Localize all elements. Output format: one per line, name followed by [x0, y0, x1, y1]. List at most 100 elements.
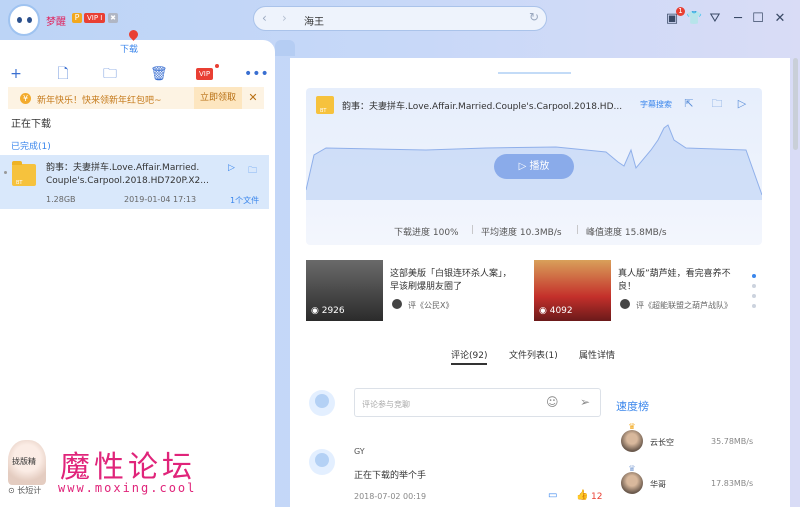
banner-text: 新年快乐！快来领新年红包吧~ — [37, 96, 162, 106]
like-icon[interactable]: 👍 — [576, 490, 588, 501]
extra-badge: ✖ — [108, 13, 118, 23]
rec-views-1-value: 2926 — [321, 306, 345, 316]
section-completed[interactable]: 已完成(1) — [11, 139, 51, 152]
rank-speed-2: 17.83MB/s — [711, 479, 754, 488]
card-title: 韵事：夫妻拼车.Love.Affair.Married.Couple's.Car… — [342, 102, 623, 112]
footer-speed-label[interactable]: ⊙ 长短计 — [8, 485, 41, 496]
speed-rank-title: 速度榜 — [616, 400, 649, 413]
task-name-line2: Couple's.Carpool.2018.HD720P.X2... — [46, 176, 209, 186]
notify-badge: 1 — [676, 7, 685, 16]
task-files-link[interactable]: 1个文件 — [230, 195, 259, 206]
rank-speed-1: 35.78MB/s — [711, 437, 754, 446]
comment-placeholder: 评论参与竞聊 — [362, 400, 410, 409]
download-panel — [0, 40, 275, 507]
bt-label: BT — [16, 180, 23, 186]
card-bt-label: BT — [320, 108, 327, 114]
username[interactable]: 梦醒 — [46, 13, 66, 28]
rec-source-1[interactable]: 评《公民X》 — [408, 300, 453, 311]
task-name: 韵事：夫妻拼车.Love.Affair.Married. Couple's.Ca… — [46, 162, 221, 188]
pager-dot[interactable] — [752, 304, 756, 308]
back-arrow-icon[interactable]: ‹ — [262, 11, 267, 25]
rec-source-2[interactable]: 评《超能联盟之葫芦战队》 — [636, 300, 732, 311]
vip-dot — [215, 64, 219, 68]
delete-icon[interactable]: 🗑 — [150, 66, 168, 82]
close-icon[interactable]: ✕ — [772, 11, 788, 27]
watermark-url: www.moxing.cool — [58, 481, 197, 495]
search-box[interactable] — [253, 6, 547, 31]
task-open-folder-icon[interactable]: 🗀 — [248, 163, 257, 179]
pager-dot-active[interactable] — [752, 274, 756, 278]
play-circle-icon[interactable]: ▷ — [735, 97, 749, 111]
refresh-icon[interactable]: ↻ — [529, 10, 539, 24]
level-badge: P — [72, 13, 82, 23]
section-downloading[interactable]: 正在下载 — [11, 115, 51, 130]
rec-views-1: ◉ 2926 — [311, 306, 345, 316]
tab-comments[interactable]: 评论(92) — [451, 348, 487, 361]
silver-crown-icon: ♛ — [628, 464, 636, 473]
rank-name-1[interactable]: 云长空 — [650, 437, 674, 448]
comment-user[interactable]: GY — [354, 447, 365, 456]
folder-icon[interactable]: 🗀 — [102, 66, 118, 82]
rec-title-2[interactable]: 真人版”葫芦娃，看完喜养不良！ — [618, 268, 748, 294]
stat-separator: | — [471, 225, 475, 235]
gift-icon: ¥ — [20, 93, 31, 104]
tab-properties[interactable]: 属性详情 — [579, 348, 615, 361]
send-icon[interactable]: ➢ — [580, 395, 590, 409]
minimize-icon[interactable]: ─ — [730, 11, 746, 27]
vip-badge[interactable]: VIP I — [84, 13, 106, 23]
rank-avatar-2[interactable] — [621, 472, 643, 494]
menu-icon[interactable]: ⛛ — [707, 11, 723, 27]
skin-icon[interactable]: 👕 — [686, 11, 702, 27]
stat-progress: 下载进度 100% — [394, 228, 459, 238]
rec-avatar-1 — [392, 299, 402, 309]
open-folder-icon[interactable]: 🗀 — [710, 97, 724, 111]
search-input[interactable]: 海王 — [304, 13, 324, 28]
maximize-icon[interactable]: ☐ — [750, 11, 766, 27]
footer-speed-text: 长短计 — [17, 486, 42, 495]
my-avatar — [309, 390, 335, 416]
rec-avatar-2 — [620, 299, 630, 309]
rec-views-2-value: 4092 — [549, 306, 573, 316]
task-dot — [4, 171, 7, 174]
vip-tool-button[interactable]: VIP — [196, 68, 214, 80]
comment-date: 2018-07-02 00:19 — [354, 492, 427, 501]
tab-file-list[interactable]: 文件列表(1) — [509, 348, 558, 361]
rec-views-2: ◉ 4092 — [539, 306, 573, 316]
claim-button[interactable]: 立即领取 — [194, 87, 242, 109]
rec-title-1[interactable]: 这部美版「白银连环杀人案」，早该刷爆朋友圈了 — [390, 268, 520, 294]
play-button-label: 播放 — [529, 161, 550, 172]
scrollbar[interactable] — [793, 58, 798, 150]
tab-secondary[interactable] — [275, 40, 295, 56]
add-task-icon[interactable]: + — [8, 66, 24, 82]
task-play-icon[interactable]: ▷ — [228, 163, 235, 173]
app-logo[interactable] — [8, 4, 40, 36]
watermark-text: 魔性论坛 — [60, 450, 196, 485]
subtitle-search-link[interactable]: 字幕搜索 — [640, 99, 672, 110]
commenter-avatar — [309, 449, 335, 475]
share-icon[interactable]: ⇱ — [682, 97, 696, 111]
forward-arrow-icon[interactable]: › — [282, 11, 287, 25]
task-name-line1: 韵事：夫妻拼车.Love.Affair.Married. — [46, 163, 200, 173]
speed-tag: 拢版精 — [12, 457, 36, 466]
task-size: 1.28GB — [46, 195, 76, 204]
rank-name-2[interactable]: 华哥 — [650, 479, 666, 490]
emoji-icon[interactable]: ☺ — [546, 395, 559, 409]
tab-active-indicator — [451, 363, 487, 365]
comment-text: 正在下载的举个手 — [354, 471, 427, 481]
detail-tab-indicator — [498, 72, 571, 74]
stat-separator: | — [576, 225, 580, 235]
reply-icon[interactable]: ▭ — [548, 490, 557, 501]
tab-download[interactable]: 下载 — [120, 42, 138, 55]
play-button[interactable]: ▷ 播放 — [494, 154, 574, 179]
stat-peak-speed: 峰值速度 15.8MB/s — [586, 228, 667, 238]
pager-dot[interactable] — [752, 284, 756, 288]
pager-dot[interactable] — [752, 294, 756, 298]
banner-close-icon[interactable]: ✕ — [242, 87, 264, 109]
new-file-icon[interactable]: 🗋 — [55, 66, 71, 82]
like-count: 12 — [591, 492, 603, 502]
gold-crown-icon: ♛ — [628, 422, 636, 431]
more-icon[interactable]: ••• — [244, 66, 269, 82]
rank-avatar-1[interactable] — [621, 430, 643, 452]
task-date: 2019-01-04 17:13 — [124, 195, 197, 204]
stat-avg-speed: 平均速度 10.3MB/s — [481, 228, 562, 238]
